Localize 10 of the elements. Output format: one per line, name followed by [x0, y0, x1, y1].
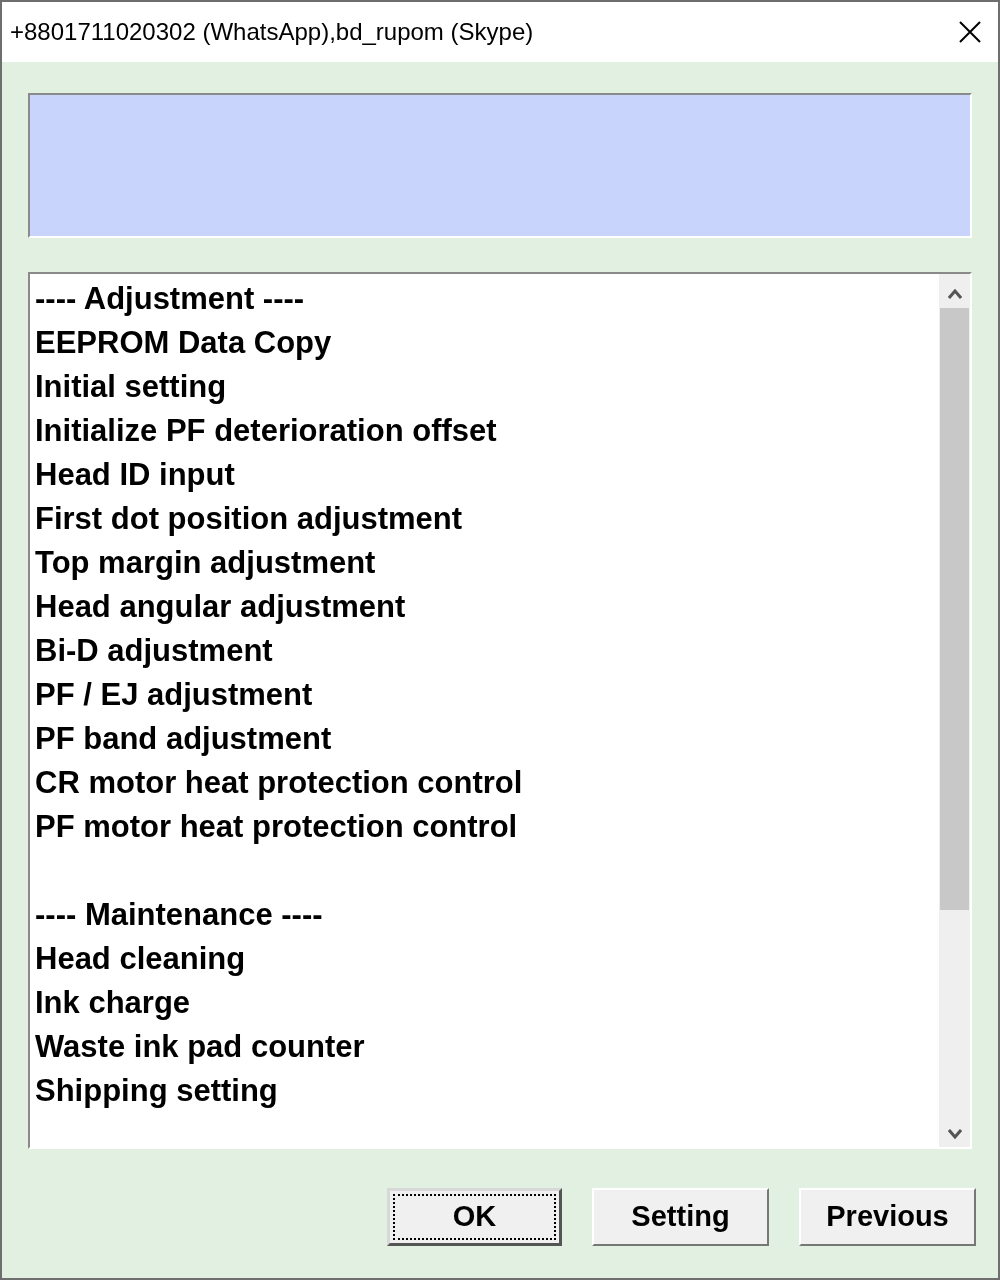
dialog-button[interactable]: Previous	[799, 1188, 976, 1246]
close-icon[interactable]	[958, 20, 982, 44]
scrollbar[interactable]	[939, 274, 970, 1147]
scroll-down-icon[interactable]	[947, 1129, 962, 1139]
scroll-thumb[interactable]	[940, 308, 969, 910]
window-title: +8801711020302 (WhatsApp),bd_rupom (Skype)	[10, 17, 534, 47]
dialog-button[interactable]: Setting	[592, 1188, 769, 1246]
function-list[interactable]	[28, 272, 972, 1149]
dialog-button[interactable]: OK	[387, 1188, 562, 1246]
scroll-up-icon[interactable]	[947, 289, 962, 299]
